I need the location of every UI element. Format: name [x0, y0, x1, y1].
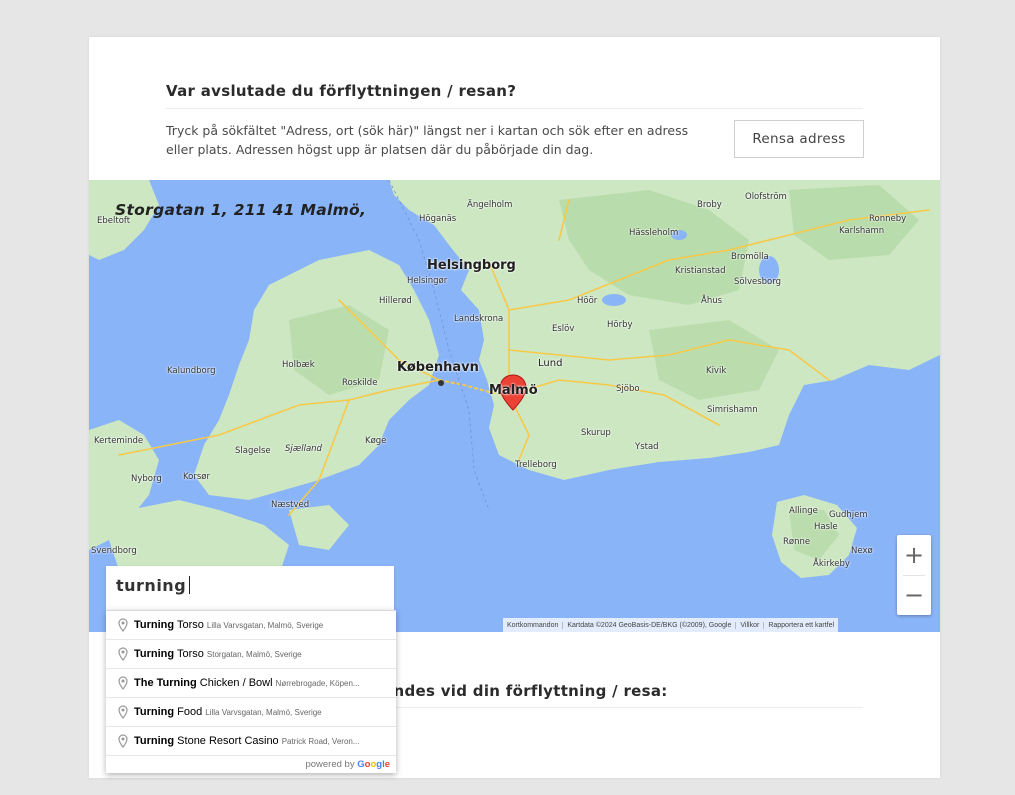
- place-pin-icon: [118, 705, 128, 719]
- map-label: Kristianstad: [675, 266, 726, 276]
- map-label: Sjöbo: [616, 384, 640, 394]
- zoom-out-button[interactable]: −: [897, 575, 931, 615]
- suggestion-match: Turning: [134, 706, 175, 718]
- map-label: Næstved: [271, 500, 310, 510]
- map-label: København: [397, 360, 479, 375]
- suggestion-item[interactable]: The Turning Chicken / Bowl Nørrebrogade,…: [106, 669, 396, 698]
- suggestion-secondary: Lilla Varvsgatan, Malmö, Sverige: [205, 707, 322, 717]
- search-input-value: turning: [116, 576, 187, 595]
- suggestion-match: Turning: [134, 619, 175, 631]
- map-label: Sjælland: [285, 444, 322, 454]
- help-line-1: Tryck på sökfältet "Adress, ort (sök här…: [166, 123, 689, 138]
- map-label: Ängelholm: [467, 200, 513, 210]
- map-label: Hasle: [814, 522, 838, 532]
- suggestion-secondary: Patrick Road, Veron...: [281, 736, 360, 746]
- keyboard-shortcuts-link[interactable]: Kortkommandon: [503, 621, 564, 629]
- map-label: Karlshamn: [839, 226, 885, 236]
- map-label: Malmö: [489, 383, 538, 398]
- map-label: Holbæk: [282, 360, 315, 370]
- place-pin-icon: [118, 676, 128, 690]
- map-label: Bromölla: [731, 252, 769, 262]
- google-logo: Google: [357, 759, 390, 770]
- zoom-divider: [903, 575, 925, 576]
- suggestion-rest: Food: [174, 706, 203, 718]
- map-label: Gudhjem: [829, 510, 868, 520]
- map-label: Nyborg: [131, 474, 162, 484]
- map-label: Slagelse: [235, 446, 271, 456]
- map-label: Helsingborg: [427, 258, 516, 273]
- zoom-in-button[interactable]: +: [897, 535, 931, 575]
- clear-address-button[interactable]: Rensa adress: [734, 120, 864, 158]
- map-label: Sölvesborg: [734, 277, 781, 287]
- suggestion-main: Turning Food: [134, 706, 202, 718]
- map-label: Trelleborg: [515, 460, 557, 470]
- suggestion-rest: Chicken / Bowl: [196, 677, 273, 689]
- suggestion-main: Turning Stone Resort Casino: [134, 735, 279, 747]
- map-label: Ystad: [635, 442, 659, 452]
- map-label: Nexø: [851, 546, 873, 556]
- suggestion-rest: Torso: [174, 619, 204, 631]
- place-pin-icon: [118, 647, 128, 661]
- map-label: Hillerød: [379, 296, 412, 306]
- map-label: Åhus: [701, 296, 723, 306]
- help-line-2: eller plats. Adressen högst upp är plats…: [166, 142, 594, 157]
- map-label: Kivik: [706, 366, 727, 376]
- map-label: Svendborg: [91, 546, 137, 556]
- suggestion-item[interactable]: Turning Torso Lilla Varvsgatan, Malmö, S…: [106, 611, 396, 640]
- map-label: Höör: [577, 296, 598, 306]
- map-view[interactable]: Storgatan 1, 211 41 Malmö, S Ebeltoft Hö…: [89, 180, 940, 632]
- map-label: Lund: [538, 358, 563, 369]
- map-label: Åkirkeby: [813, 559, 850, 569]
- map-label: Hörby: [607, 320, 633, 330]
- suggestion-item[interactable]: Turning Stone Resort Casino Patrick Road…: [106, 727, 396, 756]
- map-label: Køge: [365, 436, 387, 446]
- powered-by-text: powered by: [305, 759, 355, 770]
- suggestion-secondary: Nørrebrogade, Köpen...: [275, 678, 360, 688]
- text-caret: [189, 576, 191, 594]
- map-label: Rønne: [783, 537, 811, 547]
- zoom-control: + −: [897, 535, 931, 615]
- map-label: Skurup: [581, 428, 611, 438]
- map-label: Simrishamn: [707, 405, 758, 415]
- map-label: Korsør: [183, 472, 210, 482]
- map-label: Olofström: [745, 192, 787, 202]
- map-label: Helsingør: [407, 276, 448, 286]
- suggestion-rest: Torso: [174, 648, 204, 660]
- suggestion-main: Turning Torso: [134, 619, 204, 631]
- suggestion-item[interactable]: Turning Torso Storgatan, Malmö, Sverige: [106, 640, 396, 669]
- start-address-overlay: Storgatan 1, 211 41 Malmö, S: [115, 201, 368, 219]
- map-label: Ronneby: [869, 214, 907, 224]
- map-label: Eslöv: [552, 324, 575, 334]
- terms-link[interactable]: Villkor: [736, 621, 765, 629]
- map-data-credit: Kartdata ©2024 GeoBasis-DE/BKG (©2009), …: [563, 621, 737, 629]
- divider: [166, 108, 863, 109]
- place-pin-icon: [118, 734, 128, 748]
- map-label: Landskrona: [454, 314, 504, 324]
- map-label: Kalundborg: [167, 366, 216, 376]
- map-label: Allinge: [789, 506, 818, 516]
- suggestion-secondary: Lilla Varvsgatan, Malmö, Sverige: [206, 620, 324, 630]
- map-label: Broby: [697, 200, 722, 210]
- map-label: Kerteminde: [94, 436, 144, 446]
- map-attribution: Kortkommandon Kartdata ©2024 GeoBasis-DE…: [503, 618, 839, 632]
- report-error-link[interactable]: Rapportera ett kartfel: [764, 622, 838, 629]
- autocomplete-dropdown: Turning Torso Lilla Varvsgatan, Malmö, S…: [106, 610, 396, 773]
- suggestion-match: Turning: [134, 648, 175, 660]
- question-title: Var avslutade du förflyttningen / resan?: [166, 82, 517, 100]
- question-help-text: Tryck på sökfältet "Adress, ort (sök här…: [166, 121, 711, 159]
- suggestion-main: Turning Torso: [134, 648, 204, 660]
- suggestion-match: The Turning: [134, 677, 197, 689]
- suggestion-item[interactable]: Turning Food Lilla Varvsgatan, Malmö, Sv…: [106, 698, 396, 727]
- place-pin-icon: [118, 618, 128, 632]
- suggestion-match: Turning: [134, 735, 175, 747]
- address-search-input[interactable]: turning: [106, 566, 394, 610]
- suggestion-rest: Stone Resort Casino: [174, 735, 279, 747]
- powered-by-google: powered by Google: [305, 759, 390, 770]
- suggestion-secondary: Storgatan, Malmö, Sverige: [206, 649, 302, 659]
- map-label: Roskilde: [342, 378, 378, 388]
- suggestion-main: The Turning Chicken / Bowl: [134, 677, 273, 689]
- map-label: Hässleholm: [629, 228, 679, 238]
- map-label: Höganäs: [419, 214, 457, 224]
- map-label: Ebeltoft: [97, 216, 131, 226]
